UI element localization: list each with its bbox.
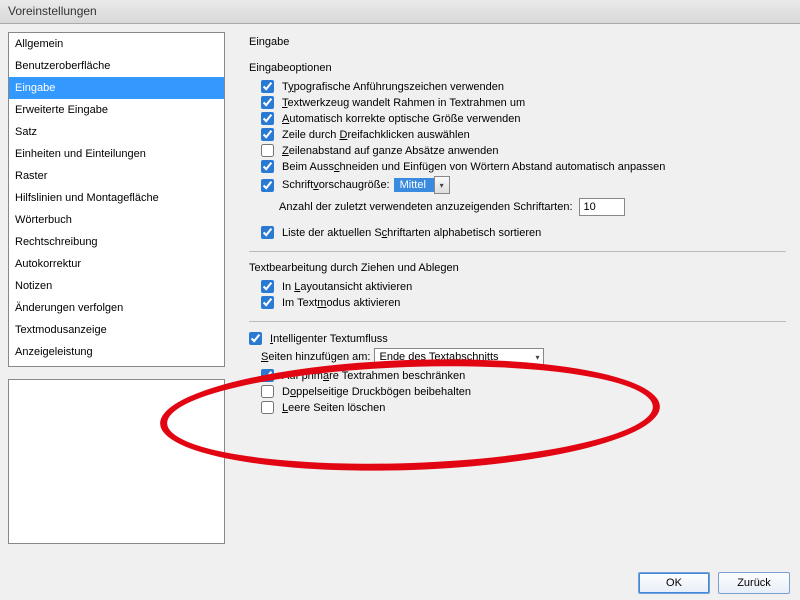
lbl-auto-optical-size: Automatisch korrekte optische Größe verw… — [282, 113, 520, 125]
opt-delete-empty-pages[interactable]: Leere Seiten löschen — [261, 401, 786, 414]
lbl-delete-empty-pages: Leere Seiten löschen — [282, 402, 385, 414]
opt-auto-optical-size[interactable]: Automatisch korrekte optische Größe verw… — [261, 112, 786, 125]
chk-triple-click[interactable] — [261, 128, 274, 141]
opt-primary-textframes[interactable]: Auf primäre Textrahmen beschränken — [261, 369, 786, 382]
dropdown-value: Ende des Textabschnitts — [379, 351, 498, 363]
opt-leading-paragraph[interactable]: Zeilenabstand auf ganze Absätze anwenden — [261, 144, 786, 157]
sidebar-item[interactable]: Erweiterte Eingabe — [9, 99, 224, 121]
group-title-drag-drop: Textbearbeitung durch Ziehen und Ablegen — [249, 262, 786, 274]
opt-enable-textmode[interactable]: Im Textmodus aktivieren — [261, 296, 786, 309]
chk-cut-paste-spacing[interactable] — [261, 160, 274, 173]
lbl-enable-layout: In Layoutansicht aktivieren — [282, 281, 412, 293]
chk-enable-textmode[interactable] — [261, 296, 274, 309]
sidebar-empty-box — [8, 379, 225, 544]
cancel-button[interactable]: Zurück — [718, 572, 790, 594]
group-title-input-options: Eingabeoptionen — [249, 62, 786, 74]
ok-button[interactable]: OK — [638, 572, 710, 594]
opt-triple-click[interactable]: Zeile durch Dreifachklicken auswählen — [261, 128, 786, 141]
separator — [249, 321, 786, 322]
title-bar: Voreinstellungen — [0, 0, 800, 24]
chk-text-tool-convert[interactable] — [261, 96, 274, 109]
opt-typographic-quotes[interactable]: Typografische Anführungszeichen verwende… — [261, 80, 786, 93]
lbl-leading-paragraph: Zeilenabstand auf ganze Absätze anwenden — [282, 145, 499, 157]
lbl-font-preview-size: Schriftvorschaugröße: — [282, 179, 390, 191]
chk-delete-empty-pages[interactable] — [261, 401, 274, 414]
chk-auto-optical-size[interactable] — [261, 112, 274, 125]
sidebar-item[interactable]: Rechtschreibung — [9, 231, 224, 253]
lbl-keep-spreads: Doppelseitige Druckbögen beibehalten — [282, 386, 471, 398]
chevron-down-icon[interactable]: ▾ — [434, 176, 450, 194]
separator — [249, 251, 786, 252]
chk-enable-layout[interactable] — [261, 280, 274, 293]
sidebar-item[interactable]: Autokorrektur — [9, 253, 224, 275]
sidebar-item[interactable]: Einheiten und Einteilungen — [9, 143, 224, 165]
opt-sort-fonts[interactable]: Liste der aktuellen Schriftarten alphabe… — [261, 226, 786, 239]
dialog-content: AllgemeinBenutzeroberflächeEingabeErweit… — [0, 24, 800, 566]
combo-font-preview-size[interactable]: Mittel ▾ — [394, 176, 450, 194]
lbl-sort-fonts: Liste der aktuellen Schriftarten alphabe… — [282, 227, 541, 239]
sidebar-item[interactable]: Textmodusanzeige — [9, 319, 224, 341]
category-list[interactable]: AllgemeinBenutzeroberflächeEingabeErweit… — [8, 32, 225, 367]
lbl-cut-paste-spacing: Beim Ausschneiden und Einfügen von Wörte… — [282, 161, 665, 173]
row-add-pages: Seiten hinzufügen am: Ende des Textabsch… — [261, 348, 786, 366]
opt-smart-reflow[interactable]: Intelligenter Textumfluss — [249, 332, 786, 345]
sidebar-item[interactable]: Allgemein — [9, 33, 224, 55]
sidebar-item[interactable]: Anzeigeleistung — [9, 341, 224, 363]
lbl-primary-textframes: Auf primäre Textrahmen beschränken — [282, 370, 465, 382]
dialog-buttons: OK Zurück — [638, 572, 790, 594]
main-panel: Eingabe Eingabeoptionen Typografische An… — [225, 24, 800, 566]
lbl-typographic-quotes: Typografische Anführungszeichen verwende… — [282, 81, 504, 93]
group-drag-drop: Textbearbeitung durch Ziehen und Ablegen… — [249, 262, 786, 309]
input-recent-fonts-count[interactable] — [579, 198, 625, 216]
combo-selection: Mittel — [394, 178, 434, 192]
chk-font-preview-size[interactable] — [261, 179, 274, 192]
dropdown-add-pages[interactable]: Ende des Textabschnitts ▾ — [374, 348, 544, 366]
lbl-recent-fonts-count: Anzahl der zuletzt verwendeten anzuzeige… — [279, 201, 573, 213]
sidebar-item[interactable]: Notizen — [9, 275, 224, 297]
lbl-text-tool-convert: Textwerkzeug wandelt Rahmen in Textrahme… — [282, 97, 525, 109]
sidebar-item[interactable]: Raster — [9, 165, 224, 187]
opt-font-preview-size[interactable]: Schriftvorschaugröße: Mittel ▾ — [261, 176, 786, 194]
chk-typographic-quotes[interactable] — [261, 80, 274, 93]
lbl-smart-reflow: Intelligenter Textumfluss — [270, 333, 388, 345]
opt-enable-layout[interactable]: In Layoutansicht aktivieren — [261, 280, 786, 293]
chk-sort-fonts[interactable] — [261, 226, 274, 239]
opt-keep-spreads[interactable]: Doppelseitige Druckbögen beibehalten — [261, 385, 786, 398]
lbl-enable-textmode: Im Textmodus aktivieren — [282, 297, 400, 309]
sidebar-item[interactable]: Hilfslinien und Montagefläche — [9, 187, 224, 209]
chevron-down-icon: ▾ — [535, 353, 539, 362]
chk-primary-textframes[interactable] — [261, 369, 274, 382]
sidebar-item[interactable]: Änderungen verfolgen — [9, 297, 224, 319]
chk-keep-spreads[interactable] — [261, 385, 274, 398]
row-recent-fonts-count: Anzahl der zuletzt verwendeten anzuzeige… — [279, 198, 786, 216]
sidebar-item[interactable]: Schwarzdarstellung — [9, 363, 224, 367]
sidebar-item[interactable]: Benutzeroberfläche — [9, 55, 224, 77]
sidebar-item[interactable]: Eingabe — [9, 77, 224, 99]
sidebar-item[interactable]: Wörterbuch — [9, 209, 224, 231]
group-smart-reflow: Intelligenter Textumfluss Seiten hinzufü… — [249, 332, 786, 414]
page-title: Eingabe — [249, 36, 786, 48]
sidebar: AllgemeinBenutzeroberflächeEingabeErweit… — [0, 24, 225, 566]
chk-smart-reflow[interactable] — [249, 332, 262, 345]
sidebar-item[interactable]: Satz — [9, 121, 224, 143]
lbl-add-pages: Seiten hinzufügen am: — [261, 351, 370, 363]
opt-cut-paste-spacing[interactable]: Beim Ausschneiden und Einfügen von Wörte… — [261, 160, 786, 173]
opt-text-tool-convert[interactable]: Textwerkzeug wandelt Rahmen in Textrahme… — [261, 96, 786, 109]
chk-leading-paragraph[interactable] — [261, 144, 274, 157]
group-input-options: Eingabeoptionen Typografische Anführungs… — [249, 62, 786, 239]
window-title: Voreinstellungen — [8, 4, 97, 18]
lbl-triple-click: Zeile durch Dreifachklicken auswählen — [282, 129, 470, 141]
